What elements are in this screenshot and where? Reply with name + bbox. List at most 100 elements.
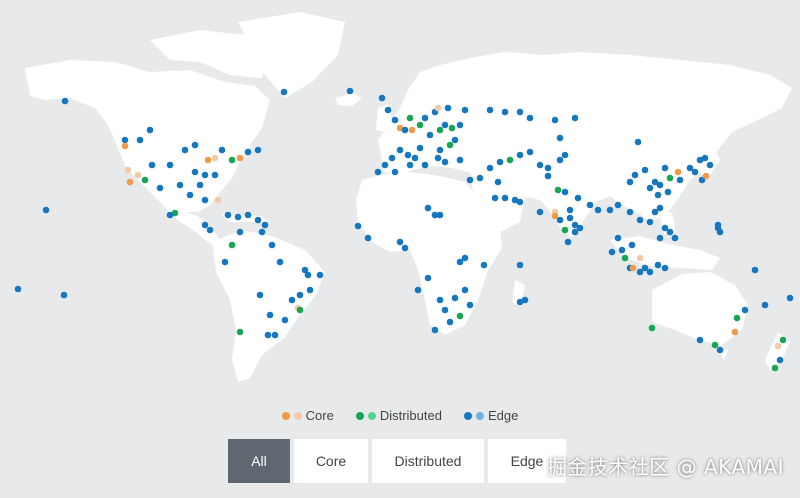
edge-pop-marker (196, 181, 204, 189)
edge-light-dot-icon (475, 411, 484, 420)
edge-pop-marker (656, 234, 664, 242)
legend-edge[interactable]: Edge (463, 408, 519, 423)
legend-distributed[interactable]: Distributed (355, 408, 442, 423)
core-pop-marker (702, 172, 710, 180)
edge-pop-marker (411, 154, 419, 162)
distributed-pop-marker (771, 364, 779, 372)
edge-pop-marker (354, 222, 362, 230)
edge-pop-marker (244, 148, 252, 156)
edge-pop-marker (561, 151, 569, 159)
edge-pop-marker (236, 228, 244, 236)
edge-pop-marker (761, 301, 769, 309)
edge-pop-marker (60, 291, 68, 299)
edge-pop-marker (201, 171, 209, 179)
distributed-pop-marker (406, 114, 414, 122)
edge-pop-marker (496, 158, 504, 166)
edge-pop-marker (444, 104, 452, 112)
edge-pop-marker (586, 201, 594, 209)
edge-pop-marker (306, 286, 314, 294)
edge-pop-marker (536, 208, 544, 216)
edge-pop-marker (566, 214, 574, 222)
edge-pop-marker (516, 261, 524, 269)
edge-pop-marker (696, 336, 704, 344)
distributed-pop-marker (228, 156, 236, 164)
core-pop-marker (124, 166, 132, 174)
edge-pop-marker (661, 264, 669, 272)
edge-pop-marker (706, 161, 714, 169)
edge-pop-marker (501, 194, 509, 202)
edge-pop-marker (378, 94, 386, 102)
distributed-pop-marker (648, 324, 656, 332)
edge-pop-marker (556, 216, 564, 224)
edge-pop-marker (381, 161, 389, 169)
edge-pop-marker (431, 326, 439, 334)
edge-pop-marker (461, 254, 469, 262)
edge-pop-marker (466, 176, 474, 184)
edge-pop-marker (396, 146, 404, 154)
edge-pop-marker (254, 146, 262, 154)
edge-pop-marker (401, 126, 409, 134)
edge-pop-marker (218, 146, 226, 154)
edge-pop-marker (451, 136, 459, 144)
edge-pop-marker (456, 156, 464, 164)
edge-pop-marker (666, 228, 674, 236)
edge-pop-marker (224, 211, 232, 219)
edge-pop-marker (271, 331, 279, 339)
core-pop-marker (731, 328, 739, 336)
core-pop-marker (674, 168, 682, 176)
tab-all[interactable]: All (228, 439, 290, 483)
edge-pop-marker (544, 172, 552, 180)
edge-pop-marker (288, 296, 296, 304)
distributed-pop-marker (436, 126, 444, 134)
edge-pop-marker (401, 244, 409, 252)
south-america (212, 230, 325, 382)
edge-pop-marker (436, 146, 444, 154)
edge-pop-marker (626, 208, 634, 216)
edge-pop-marker (461, 286, 469, 294)
edge-pop-marker (516, 108, 524, 116)
world-map (14, 12, 794, 382)
core-pop-marker (121, 142, 129, 150)
edge-pop-marker (646, 184, 654, 192)
legend-core[interactable]: Core (281, 408, 334, 423)
edge-pop-marker (574, 194, 582, 202)
distributed-pop-marker (711, 341, 719, 349)
edge-pop-marker (261, 221, 269, 229)
tab-distributed[interactable]: Distributed (372, 439, 484, 483)
edge-pop-marker (441, 306, 449, 314)
distributed-pop-marker (733, 314, 741, 322)
core-pop-marker (126, 178, 134, 186)
edge-pop-marker (441, 158, 449, 166)
legend-edge-label: Edge (487, 408, 519, 423)
edge-pop-marker (564, 238, 572, 246)
edge-pop-marker (396, 238, 404, 246)
distributed-pop-marker (228, 241, 236, 249)
edge-pop-marker (414, 286, 422, 294)
edge-pop-marker (516, 198, 524, 206)
core-pop-marker (204, 156, 212, 164)
core-pop-marker (236, 154, 244, 162)
edge-pop-marker (316, 271, 324, 279)
edge-pop-marker (416, 144, 424, 152)
edge-pop-marker (544, 164, 552, 172)
edge-pop-marker (281, 316, 289, 324)
edge-pop-marker (254, 216, 262, 224)
edge-pop-marker (421, 114, 429, 122)
tab-core[interactable]: Core (294, 439, 368, 483)
edge-pop-marker (614, 201, 622, 209)
edge-pop-marker (201, 196, 209, 204)
edge-pop-marker (201, 221, 209, 229)
edge-pop-marker (206, 226, 214, 234)
edge-pop-marker (654, 261, 662, 269)
edge-pop-marker (446, 318, 454, 326)
edge-pop-marker (181, 146, 189, 154)
edge-pop-marker (741, 306, 749, 314)
edge-pop-marker (521, 296, 529, 304)
edge-pop-marker (526, 114, 534, 122)
edge-pop-marker (516, 151, 524, 159)
edge-pop-marker (631, 171, 639, 179)
edge-pop-marker (264, 331, 272, 339)
edge-pop-marker (436, 211, 444, 219)
core-pop-marker (629, 264, 637, 272)
edge-pop-marker (664, 188, 672, 196)
